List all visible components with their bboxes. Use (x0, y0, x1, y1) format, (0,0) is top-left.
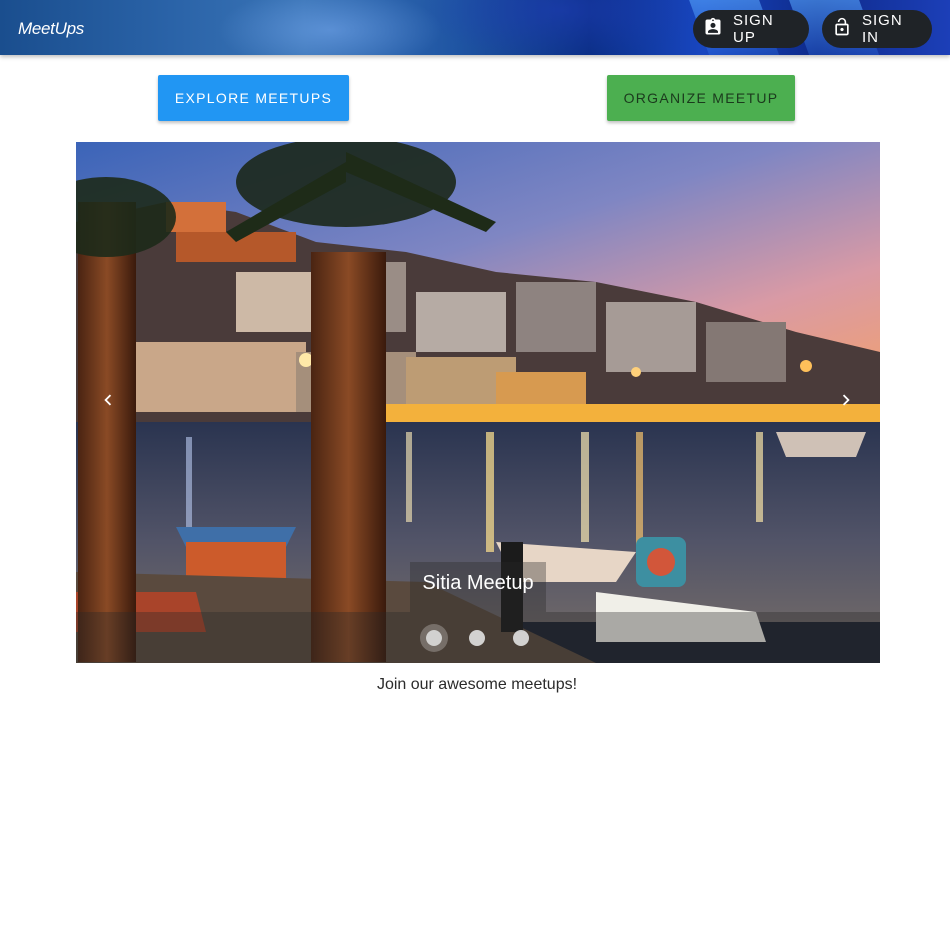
chevron-right-icon (835, 389, 857, 416)
slide-caption: Sitia Meetup (410, 562, 546, 612)
previous-slide-button[interactable] (94, 388, 122, 416)
carousel-dot-2[interactable] (469, 630, 485, 646)
organize-meetup-button[interactable]: ORGANIZE MEETUP (607, 75, 795, 121)
sign-in-button[interactable]: SIGN IN (822, 10, 932, 48)
lock-open-icon (832, 17, 852, 41)
explore-meetups-button[interactable]: EXPLORE MEETUPS (158, 75, 349, 121)
sign-in-label: SIGN IN (862, 12, 903, 46)
chevron-left-icon (97, 389, 119, 416)
next-slide-button[interactable] (832, 388, 860, 416)
sign-up-label: SIGN UP (733, 12, 774, 46)
app-toolbar: MeetUps SIGN UP SIGN IN (0, 0, 950, 55)
carousel-dot-3[interactable] (513, 630, 529, 646)
account-box-icon (703, 17, 723, 41)
meetup-carousel[interactable]: Sitia Meetup (76, 142, 880, 663)
sign-up-button[interactable]: SIGN UP (693, 10, 809, 48)
app-title[interactable]: MeetUps (18, 19, 84, 39)
carousel-dot-1[interactable] (426, 630, 442, 646)
tagline-text: Join our awesome meetups! (376, 676, 578, 693)
